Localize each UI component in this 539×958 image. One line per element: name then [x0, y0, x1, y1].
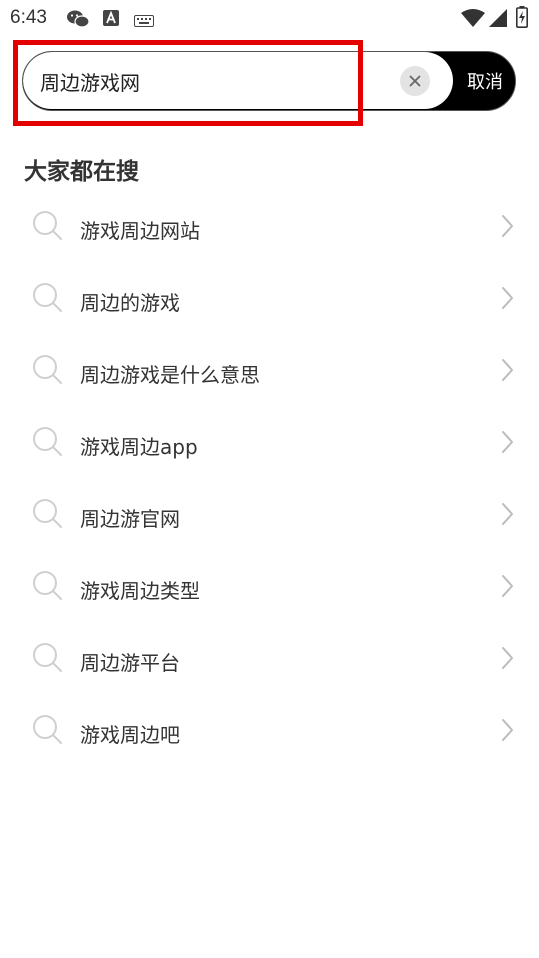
search-icon — [30, 712, 64, 746]
keyboard-icon — [134, 12, 154, 31]
search-icon — [30, 424, 64, 458]
chevron-right-icon — [498, 285, 516, 311]
wifi-icon — [461, 8, 485, 32]
search-icon — [30, 352, 64, 386]
chevron-right-icon — [498, 573, 516, 599]
suggestion-item[interactable]: 周边游戏是什么意思 — [0, 336, 539, 408]
chevron-right-icon — [498, 429, 516, 455]
search-icon — [30, 568, 64, 602]
search-icon — [30, 640, 64, 674]
suggestion-item[interactable]: 周边的游戏 — [0, 264, 539, 336]
suggestion-item[interactable]: 周边游官网 — [0, 480, 539, 552]
suggestion-label: 周边游戏是什么意思 — [80, 363, 260, 387]
suggestion-label: 游戏周边吧 — [80, 723, 180, 747]
suggestion-item[interactable]: 游戏周边类型 — [0, 552, 539, 624]
suggestion-label: 周边的游戏 — [80, 291, 180, 315]
wechat-icon — [66, 9, 90, 33]
section-title: 大家都在搜 — [24, 159, 139, 185]
chevron-right-icon — [498, 645, 516, 671]
highlight-box — [13, 40, 363, 126]
close-icon — [409, 72, 421, 91]
battery-charging-icon — [516, 6, 528, 32]
suggestion-label: 周边游平台 — [80, 651, 180, 675]
font-a-icon — [103, 10, 119, 30]
suggestion-item[interactable]: 游戏周边网站 — [0, 192, 539, 264]
chevron-right-icon — [498, 213, 516, 239]
search-icon — [30, 496, 64, 530]
suggestion-item[interactable]: 周边游平台 — [0, 624, 539, 696]
suggestion-item[interactable]: 游戏周边吧 — [0, 696, 539, 768]
suggestion-label: 游戏周边app — [80, 435, 198, 459]
suggestion-list: 游戏周边网站 周边的游戏 周边游戏是什么意思 游戏周边app 周边游官网 游戏周… — [0, 192, 539, 768]
search-icon — [30, 208, 64, 242]
search-icon — [30, 280, 64, 314]
status-bar: 6:43 — [0, 0, 539, 36]
suggestion-label: 游戏周边类型 — [80, 579, 200, 603]
status-time: 6:43 — [10, 7, 47, 28]
cancel-button[interactable]: 取消 — [453, 52, 515, 109]
suggestion-item[interactable]: 游戏周边app — [0, 408, 539, 480]
chevron-right-icon — [498, 501, 516, 527]
chevron-right-icon — [498, 357, 516, 383]
signal-icon — [488, 8, 508, 32]
clear-button[interactable] — [400, 66, 430, 96]
suggestion-label: 周边游官网 — [80, 507, 180, 531]
suggestion-label: 游戏周边网站 — [80, 219, 200, 243]
chevron-right-icon — [498, 717, 516, 743]
